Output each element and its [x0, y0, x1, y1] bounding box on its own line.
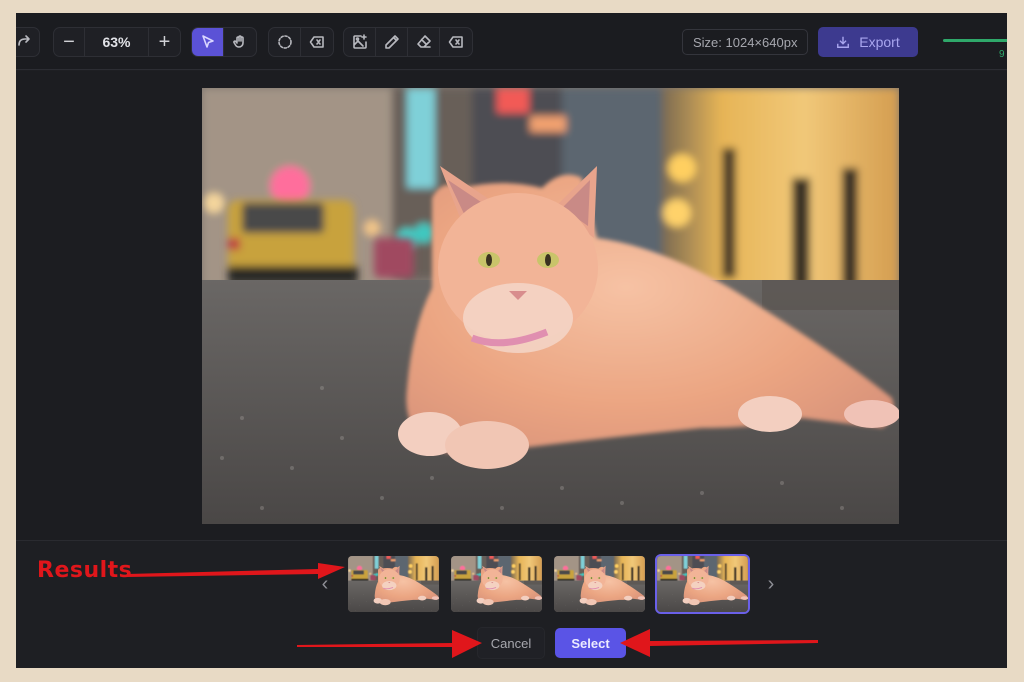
canvas-area [16, 71, 1007, 540]
hand-icon [233, 35, 244, 48]
result-thumbnail-4[interactable] [655, 554, 750, 614]
results-panel: ‹ › Cancel Select [16, 540, 1007, 668]
zoom-in-button[interactable]: + [149, 28, 180, 56]
export-label: Export [859, 34, 900, 50]
zoom-controls: − 63% + [53, 27, 181, 57]
export-button[interactable]: Export [818, 27, 918, 57]
download-icon [837, 36, 850, 48]
next-result-button[interactable]: › [758, 573, 784, 596]
thumbnail-image [348, 556, 439, 612]
clear-selection-button[interactable] [301, 28, 333, 56]
brush-tool-button[interactable] [376, 28, 408, 56]
clear-drawing-button[interactable] [440, 28, 472, 56]
cancel-button[interactable]: Cancel [477, 627, 545, 659]
cat-street-image [202, 88, 899, 524]
result-thumbnail-2[interactable] [449, 554, 544, 614]
results-annotation-label: Results [37, 558, 133, 583]
result-thumbnail-1[interactable] [346, 554, 441, 614]
thumbnail-image [554, 556, 645, 612]
image-size-badge: Size: 1024×640px [682, 29, 809, 55]
zoom-value[interactable]: 63% [85, 28, 149, 56]
eraser-tool-button[interactable] [408, 28, 440, 56]
dashed-circle-icon [277, 35, 292, 49]
thumbnail-image [451, 556, 542, 612]
image-plus-icon [352, 34, 367, 49]
prev-result-button[interactable]: ‹ [312, 573, 338, 596]
thumbnail-image [657, 556, 748, 612]
add-image-button[interactable] [344, 28, 376, 56]
select-tool-button[interactable] [192, 28, 224, 56]
main-image[interactable] [202, 88, 899, 524]
redo-button[interactable] [16, 28, 39, 56]
result-thumbnail-3[interactable] [552, 554, 647, 614]
redo-icon [18, 35, 30, 46]
image-editor-app: − 63% + Size: 1024×640px Export 9 ‹ › Ca… [16, 13, 1007, 668]
history-group [16, 27, 40, 57]
navigation-tools [191, 27, 257, 57]
results-thumbnail-strip: ‹ › [312, 553, 784, 615]
selection-tools [268, 27, 334, 57]
select-button[interactable]: Select [555, 628, 626, 658]
backspace-icon [448, 36, 463, 48]
progress-text: 9 [999, 49, 1005, 60]
pointer-icon [201, 35, 214, 48]
lasso-tool-button[interactable] [269, 28, 301, 56]
backspace-icon [309, 36, 324, 48]
progress-bar [943, 39, 1007, 42]
toolbar: − 63% + Size: 1024×640px Export 9 [16, 13, 1007, 70]
eraser-icon [416, 35, 431, 48]
pencil-icon [384, 35, 399, 49]
drawing-tools [343, 27, 473, 57]
pan-tool-button[interactable] [224, 28, 256, 56]
zoom-out-button[interactable]: − [54, 28, 85, 56]
